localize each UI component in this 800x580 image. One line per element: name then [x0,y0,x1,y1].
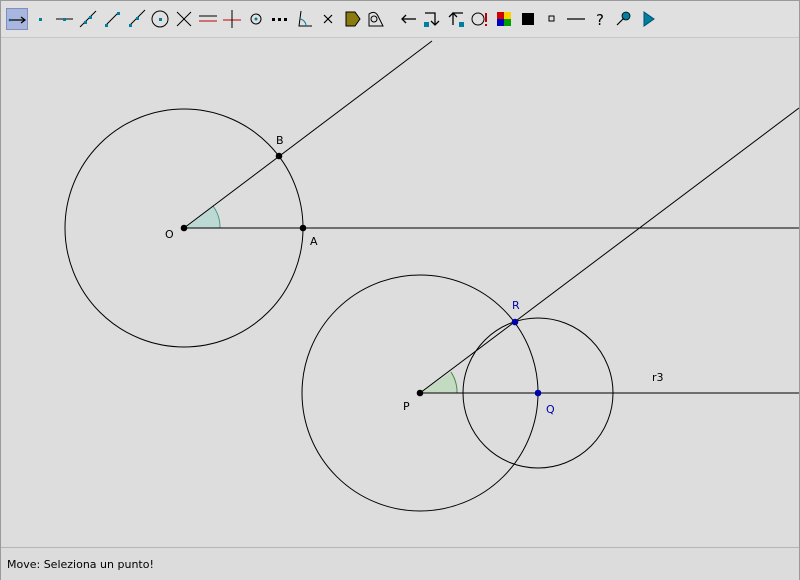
point-q[interactable] [534,389,542,397]
play-icon [643,11,655,27]
perpendicular-icon [223,10,241,28]
circle-icon [151,10,169,28]
dashed-line-tool-button[interactable] [269,8,291,30]
hide-show-tool-button[interactable] [613,8,635,30]
point-r[interactable] [511,318,519,326]
midpoint-icon [250,13,262,25]
parallel-lines-icon [199,15,217,22]
question-mark-icon: ? [596,11,604,29]
move-tool-button[interactable] [6,8,28,30]
midpoint-tool-button[interactable] [245,8,267,30]
point-o[interactable] [180,224,188,232]
status-bar: Move: Seleziona un punto! [1,547,799,580]
undo-arrow-icon [401,14,416,24]
pin-icon [616,11,631,26]
point-icon [39,18,42,21]
ray-tool-button[interactable] [125,8,147,30]
animation-tool-button[interactable] [469,8,491,30]
point-p[interactable] [416,389,424,397]
perpendicular-tool-button[interactable] [221,8,243,30]
app-window: ? O A B P Q R r3 Move: Seleziona un punt… [0,0,800,580]
macro-tool-button[interactable] [445,8,467,30]
ray-ob[interactable] [183,40,433,229]
measure-tool-button[interactable] [365,8,387,30]
status-message: Move: Seleziona un punto! [7,558,154,571]
line-style-tool-button[interactable] [565,8,587,30]
label-r3: r3 [652,371,664,384]
svg-text:?: ? [596,11,604,29]
angle-icon [298,10,312,27]
help-tool-button[interactable]: ? [589,8,611,30]
drawing-canvas[interactable]: O A B P Q R r3 [2,38,799,545]
color-palette-tool-button[interactable] [493,8,515,30]
step-back-icon [448,12,464,27]
point-on-object-tool-button[interactable] [53,8,75,30]
label-r: R [512,299,520,312]
line-style-icon [567,18,585,20]
label-o: O [165,228,174,241]
play-tool-button[interactable] [637,8,659,30]
point-a[interactable] [299,224,307,232]
move-arrow-icon [8,16,26,24]
label-a: A [310,235,318,248]
point-on-line-icon [56,18,73,21]
delete-tool-button[interactable] [317,8,339,30]
color-palette-icon [497,12,511,26]
label-b: B [276,134,284,147]
tag-fill-icon [345,11,361,27]
segment-tool-button[interactable] [101,8,123,30]
angle-tool-button[interactable] [293,8,315,30]
ray-pr[interactable] [419,107,799,394]
intersection-tool-button[interactable] [173,8,195,30]
label-q: Q [546,403,555,416]
point-b[interactable] [275,152,283,160]
measure-icon [368,11,384,27]
undo-tool-button[interactable] [397,8,419,30]
toolbar: ? [1,1,799,38]
fill-tool-button[interactable] [341,8,363,30]
fill-black-tool-button[interactable] [517,8,539,30]
delete-x-icon [323,14,333,24]
step-forward-icon [424,12,440,27]
small-square-icon [548,15,555,22]
ray-icon [129,9,146,27]
intersection-icon [176,11,192,27]
geometry-drawing[interactable]: O A B P Q R r3 [2,38,799,545]
dots-line-icon [272,18,287,21]
line-tool-button[interactable] [77,8,99,30]
label-p: P [403,400,410,413]
point-style-tool-button[interactable] [541,8,563,30]
segment-icon [105,12,120,27]
angle-arc-p[interactable] [420,372,458,393]
parallel-tool-button[interactable] [197,8,219,30]
animation-warning-icon [471,12,487,26]
circle-tool-button[interactable] [149,8,171,30]
black-square-icon [522,13,534,25]
point-tool-button[interactable] [30,8,52,30]
line-icon [79,10,97,28]
redo-tool-button[interactable] [421,8,443,30]
